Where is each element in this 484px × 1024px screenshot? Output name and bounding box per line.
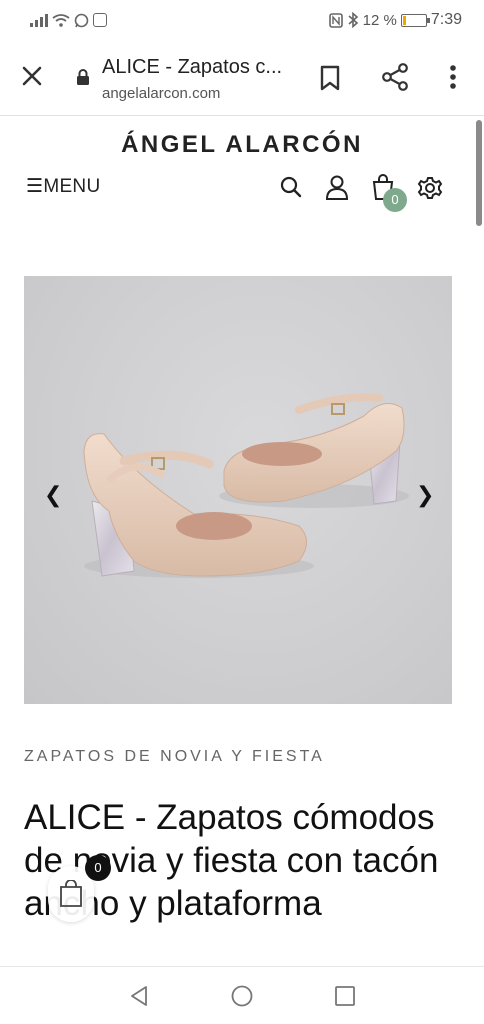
lock-icon	[77, 69, 89, 85]
gear-icon[interactable]	[417, 174, 443, 202]
wifi-icon	[52, 14, 70, 27]
floating-cart-count: 0	[85, 855, 111, 881]
share-icon[interactable]	[381, 62, 409, 92]
system-navigation-bar	[0, 966, 484, 1024]
menu-button[interactable]: ☰MENU	[26, 175, 100, 198]
product-category[interactable]: ZAPATOS DE NOVIA Y FIESTA	[24, 748, 325, 766]
page-scrollbar[interactable]	[476, 120, 482, 226]
close-icon[interactable]	[18, 62, 46, 90]
more-vert-icon[interactable]	[446, 62, 460, 92]
carousel-next-arrow[interactable]: ❯	[416, 482, 434, 508]
product-image[interactable]	[24, 276, 452, 704]
user-icon[interactable]	[324, 174, 350, 202]
bluetooth-icon	[348, 12, 358, 28]
back-triangle-icon[interactable]	[128, 984, 152, 1008]
status-icons-right: 12 % 7:39	[328, 10, 462, 30]
home-circle-icon[interactable]	[230, 984, 254, 1008]
brand-logo[interactable]: ÁNGEL ALARCÓN	[0, 131, 484, 159]
browser-toolbar: ALICE - Zapatos c... angelalarcon.com	[0, 40, 484, 116]
shopping-bag-icon	[60, 880, 82, 907]
page-title[interactable]: ALICE - Zapatos c...	[102, 56, 282, 79]
recents-square-icon[interactable]	[333, 984, 357, 1008]
battery-level	[402, 15, 406, 25]
battery-icon	[400, 13, 430, 27]
carousel-prev-arrow[interactable]: ❮	[44, 482, 62, 508]
status-bar: 12 % 7:39	[0, 0, 484, 40]
signal-icon	[30, 13, 48, 27]
search-icon[interactable]	[278, 174, 304, 202]
clock: 7:39	[430, 11, 462, 28]
notification-icon	[93, 13, 107, 27]
bookmark-icon[interactable]	[318, 64, 342, 92]
product-shoes-illustration	[83, 393, 409, 578]
status-icons-left	[30, 11, 107, 29]
cart-count-badge[interactable]: 0	[383, 188, 407, 212]
page-url[interactable]: angelalarcon.com	[102, 85, 220, 102]
whatsapp-icon	[74, 13, 89, 27]
nfc-icon	[328, 12, 343, 28]
battery-percent: 12 %	[362, 11, 397, 29]
